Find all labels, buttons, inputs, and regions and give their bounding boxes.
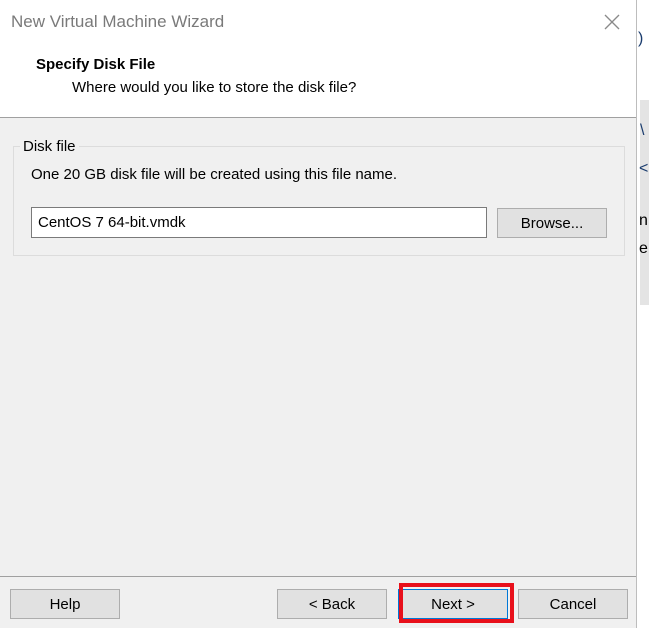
close-icon [604, 14, 620, 30]
background-glyph: \ [640, 122, 645, 139]
disk-file-name-input[interactable] [31, 207, 487, 238]
disk-file-description: One 20 GB disk file will be created usin… [31, 166, 398, 183]
wizard-header: Specify Disk File Where would you like t… [0, 44, 636, 118]
background-glyph: e [639, 240, 648, 257]
close-button[interactable] [596, 8, 628, 36]
page-title: Specify Disk File [36, 56, 156, 73]
disk-file-group [13, 146, 625, 256]
cancel-button[interactable]: Cancel [518, 589, 628, 619]
wizard-dialog: New Virtual Machine Wizard Specify Disk … [0, 0, 637, 628]
help-button[interactable]: Help [10, 589, 120, 619]
background-glyph: ) [638, 30, 644, 47]
back-button[interactable]: < Back [277, 589, 387, 619]
window-title: New Virtual Machine Wizard [11, 12, 225, 31]
page-subtitle: Where would you like to store the disk f… [72, 79, 357, 96]
next-button[interactable]: Next > [398, 589, 508, 619]
disk-file-group-label: Disk file [20, 138, 79, 155]
background-glyph: n [639, 212, 648, 229]
footer-divider [0, 576, 636, 577]
title-bar: New Virtual Machine Wizard [0, 0, 636, 44]
browse-button[interactable]: Browse... [497, 208, 607, 238]
background-window: ) \ < n e [638, 0, 649, 628]
background-glyph: < [639, 160, 649, 177]
